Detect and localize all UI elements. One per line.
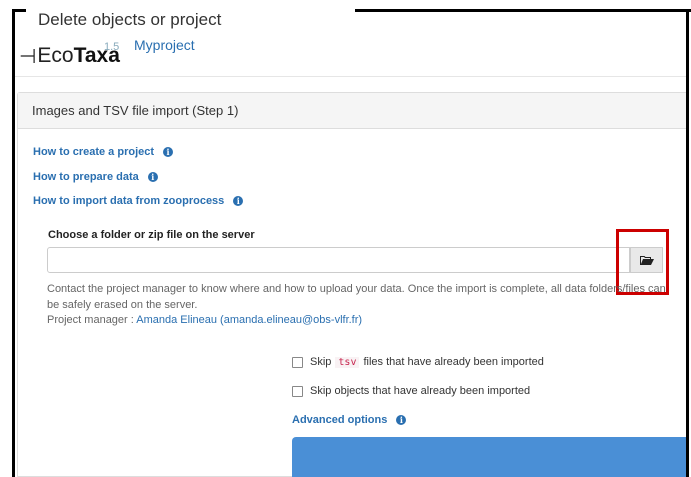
version-label: 1.5 xyxy=(104,41,120,53)
logo-text-eco: Eco xyxy=(37,44,74,67)
advanced-options-link[interactable]: Advanced options i xyxy=(292,414,407,426)
info-icon: i xyxy=(147,172,158,182)
skip-tsv-checkbox[interactable] xyxy=(292,356,303,368)
skip-objects-option[interactable]: Skip objects that have already been impo… xyxy=(292,385,530,397)
upload-help-text: Contact the project manager to know wher… xyxy=(47,283,666,311)
skip-objects-checkbox[interactable] xyxy=(292,385,303,397)
advanced-options-label: Advanced options xyxy=(292,414,388,426)
skip-objects-label: Skip objects that have already been impo… xyxy=(310,385,531,397)
skip-tsv-code: tsv xyxy=(335,356,360,368)
logo-mark-icon: ⊣ xyxy=(19,44,37,68)
info-icon: i xyxy=(163,147,174,157)
help-link-prepare-data[interactable]: How to prepare data i xyxy=(33,171,158,183)
help-link-label: How to prepare data xyxy=(33,171,139,183)
info-icon: i xyxy=(233,196,244,206)
project-name-link[interactable]: Myproject xyxy=(134,37,195,53)
frame-border-left xyxy=(12,9,15,477)
start-import-button[interactable] xyxy=(292,437,686,477)
popup-title: Delete objects or project xyxy=(38,10,222,29)
project-manager-email-link[interactable]: Amanda Elineau (amanda.elineau@obs-vlfr.… xyxy=(136,314,362,326)
help-link-label: How to create a project xyxy=(33,146,155,158)
project-manager-line: Project manager : Amanda Elineau (amanda… xyxy=(47,314,362,326)
header-divider xyxy=(15,76,686,77)
help-link-zooprocess[interactable]: How to import data from zooprocess i xyxy=(33,195,244,207)
help-link-label: How to import data from zooprocess xyxy=(33,195,225,207)
skip-tsv-option[interactable]: Skip tsv files that have already been im… xyxy=(292,356,544,368)
panel-heading: Images and TSV file import (Step 1) xyxy=(18,93,686,129)
skip-tsv-label-start: Skip xyxy=(310,356,332,368)
help-link-create-project[interactable]: How to create a project i xyxy=(33,146,174,158)
folder-field-label: Choose a folder or zip file on the serve… xyxy=(48,229,255,241)
project-manager-label: Project manager : xyxy=(47,314,137,326)
info-icon: i xyxy=(396,415,407,425)
frame-border-right xyxy=(686,9,689,477)
frame-border-top-right xyxy=(355,9,691,12)
folder-path-input[interactable] xyxy=(47,247,630,273)
skip-tsv-label-end: files that have already been imported xyxy=(363,356,544,368)
